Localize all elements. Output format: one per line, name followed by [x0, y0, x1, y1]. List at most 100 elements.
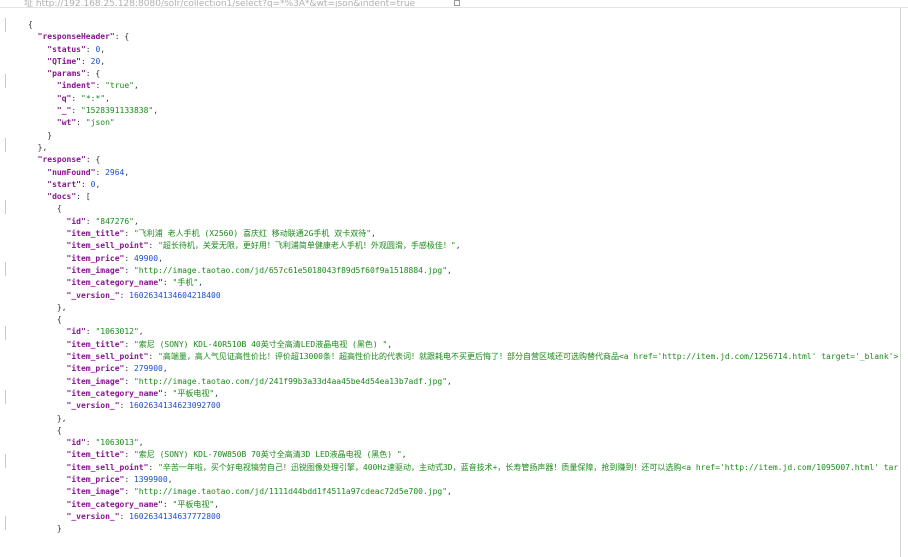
json-punct: : [124, 229, 134, 239]
json-punct: : [85, 216, 96, 226]
json-punct: : [124, 364, 134, 374]
json-punct: : { [85, 69, 101, 79]
json-number: 1602634134623092700 [129, 401, 221, 411]
json-line: } [28, 130, 898, 142]
json-key: "item_price" [66, 253, 125, 263]
json-punct: : { [85, 155, 101, 165]
json-string: "1063012" [95, 327, 139, 337]
json-line: "_version_": 1602634134623092700 [28, 400, 898, 412]
json-punct: , [455, 241, 461, 251]
json-line: "item_category_name": "手机", [28, 277, 898, 289]
json-key: "item_image" [66, 265, 125, 275]
json-punct [28, 94, 57, 103]
json-string: "辛苦一年啦，买个好电视犒劳自己！迅锐图像处理引擎，400Hz速驱动，主动式3D… [158, 462, 898, 472]
json-line: "indent": "true", [28, 80, 898, 92]
json-punct [28, 438, 67, 447]
json-string: "超长待机，关爱无限，更好用！飞利浦简单健康老人手机！外观圆滑，手感极佳！" [158, 241, 456, 251]
json-punct: , [387, 339, 393, 349]
json-punct [28, 241, 67, 250]
json-punct [28, 377, 67, 386]
json-line: "item_price": 279900, [28, 363, 898, 375]
json-punct [28, 192, 47, 201]
resize-handle[interactable] [454, 0, 460, 6]
json-punct: , [447, 487, 452, 497]
json-line: "id": "1063013", [28, 437, 898, 449]
json-punct [28, 254, 67, 263]
json-punct: : [124, 253, 134, 263]
json-key: "item_title" [66, 339, 125, 349]
json-number: 1602634134637772800 [129, 511, 221, 521]
json-line: "start": 0, [28, 179, 898, 191]
json-number: 2964 [105, 167, 125, 177]
json-punct: : [85, 438, 96, 448]
json-key: "item_price" [66, 474, 125, 484]
rail-mark [2, 326, 6, 340]
json-key: "q" [56, 93, 72, 103]
json-punct: , [162, 364, 168, 374]
json-punct [28, 229, 67, 238]
json-key: "_" [56, 106, 72, 116]
json-punct: : [124, 474, 134, 484]
rail-mark [2, 516, 6, 530]
rail-mark [2, 390, 6, 404]
json-punct: : [124, 376, 134, 386]
json-key: "item_sell_point" [66, 352, 149, 362]
json-punct [28, 475, 67, 484]
json-line: { [28, 19, 898, 31]
json-key: "params" [47, 69, 86, 79]
json-punct [28, 450, 67, 459]
address-url[interactable]: 址 http://192.168.25.128:8080/solr/collec… [24, 0, 415, 7]
json-punct: , [447, 265, 452, 275]
json-key: "numFound" [47, 167, 96, 177]
json-punct: , [100, 44, 106, 54]
json-key: "id" [66, 327, 86, 337]
json-string: "高端量，高人气见证高性价比！评价超13000条！超高性价比的代表词！就跟耗电不… [158, 352, 898, 362]
json-punct [28, 118, 57, 127]
json-string: "json" [85, 118, 115, 128]
json-line: }, [28, 413, 898, 425]
json-punct: , [153, 106, 159, 116]
json-punct: , [214, 388, 219, 398]
json-line: "id": "847276", [28, 216, 898, 228]
json-string: "平板电视" [172, 499, 215, 509]
json-line: "item_sell_point": "辛苦一年啦，买个好电视犒劳自己！迅锐图像… [28, 462, 898, 474]
json-punct: , [138, 327, 144, 337]
json-key: "item_title" [66, 229, 125, 239]
json-punct: , [124, 167, 130, 177]
json-punct: , [158, 253, 163, 263]
json-key: "status" [47, 44, 86, 54]
json-punct: { [28, 315, 62, 325]
json-punct [28, 45, 47, 54]
json-line: "item_sell_point": "高端量，高人气见证高性价比！评价超130… [28, 351, 898, 363]
json-line: "item_title": "飞利浦 老人手机 (X2560) 喜庆红 移动联通… [28, 228, 898, 240]
json-punct: { [28, 20, 33, 29]
rail-mark [2, 18, 6, 32]
json-punct [28, 266, 67, 275]
json-string: "http://image.taotao.com/jd/241f99b3a33d… [133, 376, 448, 386]
json-punct: , [100, 56, 106, 66]
json-key: "item_price" [66, 364, 125, 374]
json-line: "params": { [28, 68, 898, 80]
json-line: "id": "1063012", [28, 326, 898, 338]
json-key: "item_category_name" [66, 278, 163, 288]
json-string: "飞利浦 老人手机 (X2560) 喜庆红 移动联通2G手机 双卡双待" [133, 229, 372, 239]
json-key: "item_category_name" [66, 388, 163, 398]
json-line: "item_sell_point": "超长待机，关爱无限，更好用！飞利浦简单健… [28, 240, 898, 252]
json-number: 279900 [133, 364, 163, 374]
json-punct [28, 500, 67, 509]
json-punct: : [162, 388, 173, 398]
json-string: "手机" [172, 278, 199, 288]
rail-mark [2, 200, 6, 214]
json-line: { [28, 203, 898, 215]
json-key: "_version_" [66, 401, 120, 411]
json-viewer: { "responseHeader": { "status": 0, "QTim… [28, 19, 898, 535]
json-line: "_version_": 1602634134604218400 [28, 290, 898, 302]
json-string: "http://image.taotao.com/jd/657c61e50180… [133, 265, 448, 275]
json-punct [28, 217, 67, 226]
json-line: }, [28, 302, 898, 314]
left-rail [0, 8, 14, 557]
json-punct: , [133, 216, 139, 226]
json-string: "索尼 (SONY) KDL-70W850B 70英寸全高清3D LED液晶电视… [133, 450, 402, 460]
json-punct: : [ [76, 192, 91, 202]
json-key: "item_title" [66, 450, 125, 460]
